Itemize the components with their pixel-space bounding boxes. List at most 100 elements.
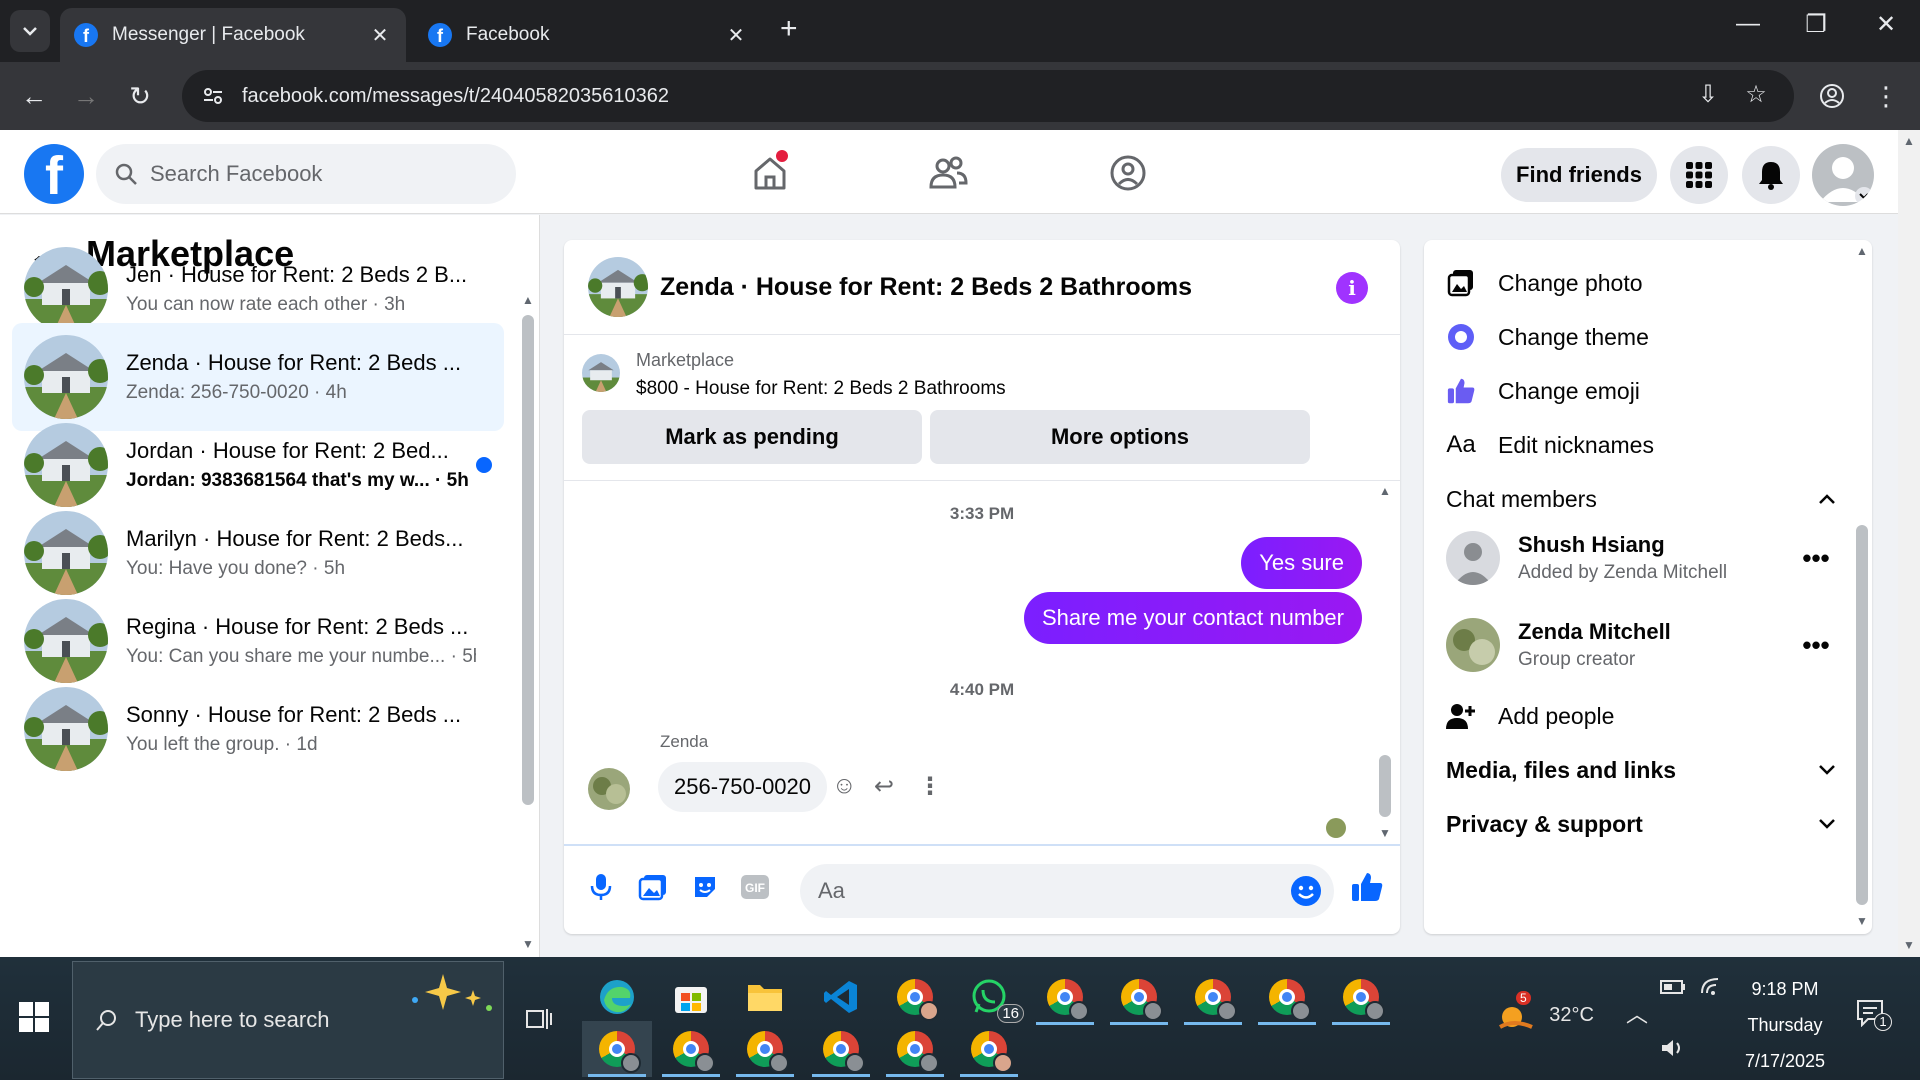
chrome-window-icon[interactable] — [656, 1021, 726, 1077]
task-view-icon[interactable] — [504, 991, 574, 1047]
sticker-icon[interactable] — [688, 870, 722, 904]
site-settings-icon[interactable] — [202, 85, 224, 107]
taskbar-clock[interactable]: 9:18 PM Thursday 7/17/2025 — [1720, 971, 1850, 1079]
message-input[interactable] — [818, 878, 1258, 904]
chrome-window-icon[interactable] — [1326, 969, 1396, 1025]
chrome-profile-icon[interactable] — [880, 969, 950, 1025]
sender-avatar[interactable] — [588, 768, 630, 810]
photo-icon[interactable] — [636, 870, 670, 904]
microphone-icon[interactable] — [584, 870, 618, 904]
chrome-window-icon[interactable] — [1030, 969, 1100, 1025]
chat-members-section[interactable]: Chat members — [1446, 477, 1836, 521]
conversation-item[interactable]: Sonny · House for Rent: 2 Beds ... You l… — [12, 675, 504, 783]
nav-home[interactable] — [740, 148, 800, 198]
window-close-icon[interactable]: ✕ — [1866, 10, 1906, 39]
tab-close-icon[interactable]: ✕ — [724, 23, 748, 48]
nav-groups[interactable] — [1098, 148, 1158, 198]
chrome-window-icon[interactable] — [582, 1021, 652, 1077]
account-avatar[interactable] — [1812, 144, 1874, 206]
scroll-up-arrow-icon[interactable]: ▲ — [522, 293, 534, 307]
info-panel-scrollbar[interactable] — [1856, 525, 1868, 905]
change-theme-item[interactable]: Change theme — [1446, 315, 1649, 359]
find-friends-button[interactable]: Find friends — [1501, 148, 1657, 202]
minimize-icon[interactable]: — — [1728, 10, 1768, 38]
scroll-down-arrow-icon[interactable]: ▼ — [522, 937, 534, 951]
emoji-picker-icon[interactable] — [1290, 875, 1322, 907]
tab-search-dropdown[interactable] — [10, 10, 50, 52]
tray-overflow-chevron-icon[interactable]: ︿ — [1626, 997, 1648, 1029]
add-people-item[interactable]: Add people — [1446, 694, 1614, 738]
reload-icon[interactable]: ↻ — [120, 76, 160, 116]
url-text[interactable]: facebook.com/messages/t/2404058203561036… — [242, 85, 669, 108]
bookmark-star-icon[interactable]: ☆ — [1738, 80, 1774, 109]
page-scrollbar[interactable]: ▲ ▼ — [1898, 130, 1920, 957]
privacy-support-section[interactable]: Privacy & support — [1446, 802, 1836, 846]
tab-messenger[interactable]: f Messenger | Facebook ✕ — [60, 8, 406, 62]
scroll-up-arrow-icon[interactable]: ▲ — [1856, 244, 1868, 258]
back-arrow-icon[interactable]: ← — [14, 76, 54, 116]
listing-thumbnail[interactable] — [582, 354, 620, 392]
facebook-logo[interactable]: f — [24, 144, 84, 204]
tab-close-icon[interactable]: ✕ — [368, 23, 392, 48]
chrome-window-icon[interactable] — [1252, 969, 1322, 1025]
address-bar[interactable]: facebook.com/messages/t/2404058203561036… — [182, 70, 1794, 122]
volume-icon[interactable] — [1660, 1037, 1686, 1065]
weather-widget[interactable]: 5 32°C — [1496, 991, 1594, 1033]
more-actions-icon[interactable]: ⋮ — [918, 772, 942, 801]
scroll-down-arrow-icon[interactable]: ▼ — [1379, 826, 1391, 840]
member-item[interactable]: Shush Hsiang Added by Zenda Mitchell ••• — [1446, 528, 1836, 588]
whatsapp-icon[interactable]: 16 — [954, 969, 1024, 1025]
menu-grid-button[interactable] — [1670, 146, 1728, 204]
chat-avatar[interactable] — [588, 257, 648, 317]
info-icon[interactable]: i — [1336, 272, 1368, 304]
mark-as-pending-button[interactable]: Mark as pending — [582, 410, 922, 464]
sidebar-scrollbar[interactable] — [522, 315, 534, 805]
forward-arrow-icon[interactable]: → — [66, 76, 106, 116]
media-files-section[interactable]: Media, files and links — [1446, 748, 1836, 792]
tab-facebook[interactable]: f Facebook ✕ — [414, 8, 762, 62]
edit-nicknames-item[interactable]: Aa Edit nicknames — [1446, 423, 1654, 467]
windows-start-icon[interactable] — [18, 1001, 50, 1033]
listing-title[interactable]: $800 - House for Rent: 2 Beds 2 Bathroom… — [636, 378, 1006, 400]
change-emoji-item[interactable]: Change emoji — [1446, 369, 1640, 413]
chrome-window-icon[interactable] — [730, 1021, 800, 1077]
chat-scrollbar[interactable] — [1379, 755, 1391, 817]
new-tab-plus-icon[interactable]: + — [780, 12, 810, 46]
microsoft-store-icon[interactable] — [656, 969, 726, 1025]
message-input-wrap[interactable] — [800, 864, 1334, 918]
incoming-message[interactable]: 256-750-0020 — [658, 762, 828, 812]
reply-arrow-icon[interactable]: ↩ — [874, 772, 894, 801]
nav-friends[interactable] — [918, 148, 978, 198]
vscode-icon[interactable] — [806, 969, 876, 1025]
file-explorer-icon[interactable] — [730, 969, 800, 1025]
scroll-up-arrow-icon[interactable]: ▲ — [1903, 134, 1915, 148]
install-app-icon[interactable]: ⇩ — [1690, 80, 1726, 109]
notification-center-icon[interactable]: 1 — [1856, 999, 1892, 1033]
more-options-button[interactable]: More options — [930, 410, 1310, 464]
chrome-window-icon[interactable] — [880, 1021, 950, 1077]
notifications-button[interactable] — [1742, 146, 1800, 204]
battery-icon[interactable] — [1660, 979, 1686, 1001]
chrome-window-icon[interactable] — [806, 1021, 876, 1077]
react-emoji-icon[interactable]: ☺ — [832, 772, 857, 800]
chrome-window-icon[interactable] — [954, 1021, 1024, 1077]
search-input[interactable] — [150, 161, 470, 187]
scroll-down-arrow-icon[interactable]: ▼ — [1856, 914, 1868, 928]
chrome-window-icon[interactable] — [1104, 969, 1174, 1025]
more-options-icon[interactable]: ••• — [1796, 543, 1836, 574]
edge-icon[interactable] — [582, 969, 652, 1025]
outgoing-message[interactable]: Yes sure — [1241, 537, 1362, 589]
change-photo-item[interactable]: Change photo — [1446, 261, 1643, 305]
member-item[interactable]: Zenda Mitchell Group creator ••• — [1446, 615, 1836, 675]
chat-title[interactable]: Zenda · House for Rent: 2 Beds 2 Bathroo… — [660, 273, 1192, 302]
outgoing-message[interactable]: Share me your contact number — [1023, 592, 1362, 644]
chrome-window-icon[interactable] — [1178, 969, 1248, 1025]
taskbar-search[interactable]: Type here to search — [72, 961, 504, 1079]
profile-icon[interactable] — [1812, 76, 1852, 116]
restore-icon[interactable]: ❐ — [1796, 10, 1836, 39]
scroll-up-arrow-icon[interactable]: ▲ — [1379, 484, 1391, 498]
browser-menu-icon[interactable]: ⋮ — [1866, 76, 1906, 116]
more-options-icon[interactable]: ••• — [1796, 630, 1836, 661]
scroll-down-arrow-icon[interactable]: ▼ — [1903, 938, 1915, 952]
facebook-search[interactable] — [96, 144, 516, 204]
